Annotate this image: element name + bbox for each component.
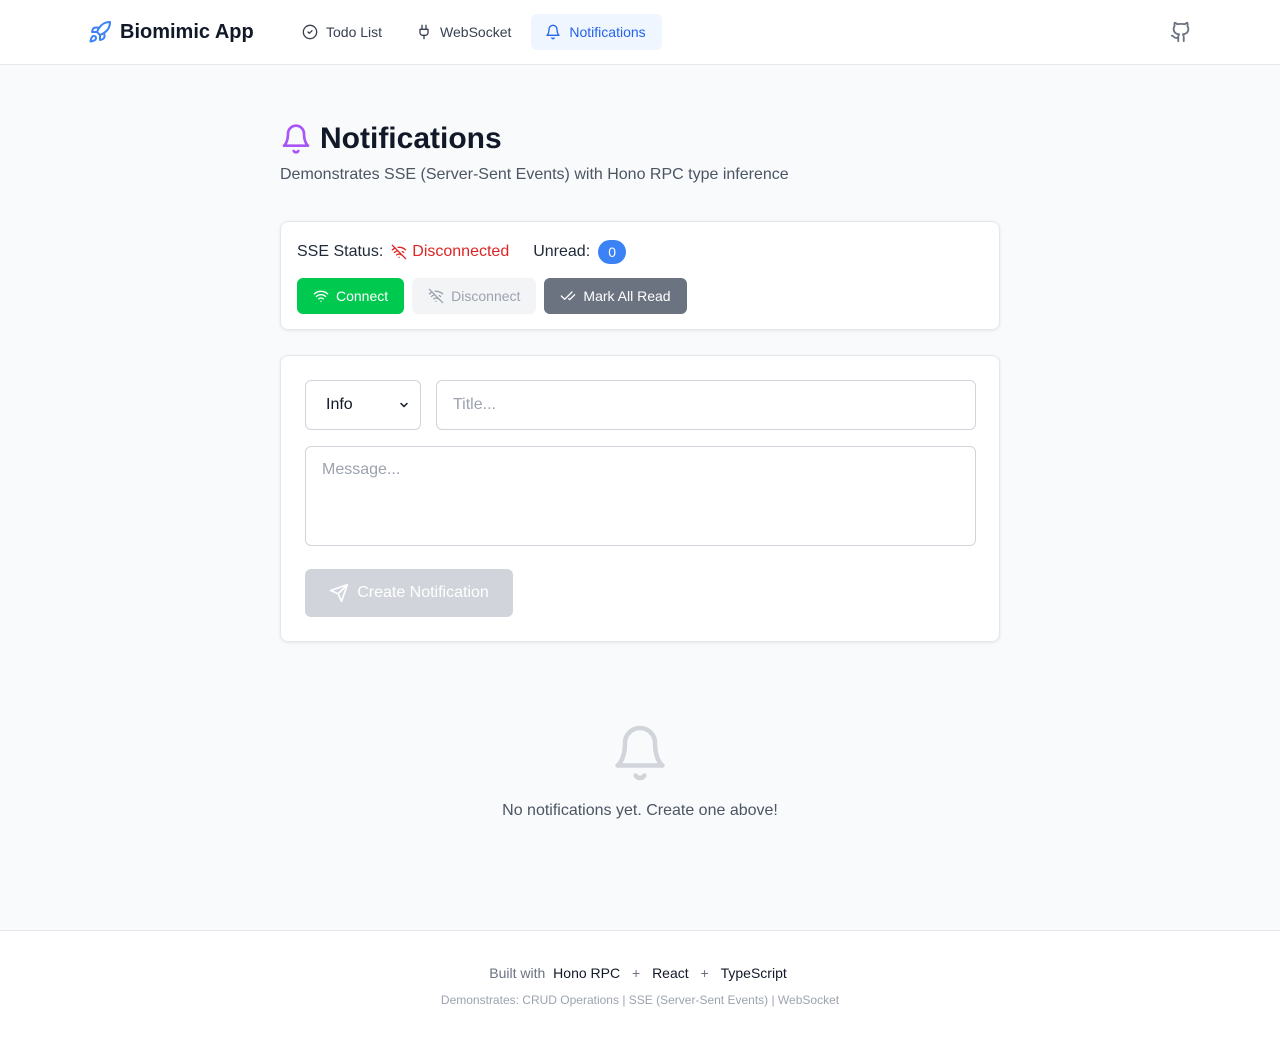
plus-separator: + bbox=[700, 965, 709, 981]
rocket-icon bbox=[89, 20, 111, 43]
sse-button-row: Connect Disconnect Mark All Read bbox=[297, 278, 695, 314]
nav-item-notifications[interactable]: Notifications bbox=[531, 14, 662, 50]
top-navbar: Biomimic App Todo List WebSocket Notific… bbox=[0, 0, 1280, 65]
notification-type-select[interactable]: Info bbox=[305, 380, 421, 430]
type-select-value: Info bbox=[326, 396, 353, 413]
plus-separator: + bbox=[631, 965, 641, 981]
nav-item-label: Todo List bbox=[326, 24, 383, 40]
unread-count-badge: 0 bbox=[598, 240, 627, 264]
title-row: Notifications bbox=[280, 120, 789, 158]
create-notification-button[interactable]: Create Notification bbox=[305, 569, 513, 617]
mark-all-read-button[interactable]: Mark All Read bbox=[544, 278, 687, 314]
sse-status-value: Disconnected bbox=[391, 243, 509, 261]
status-row: SSE Status: Disconnected Unread: 0 bbox=[297, 240, 627, 264]
sse-status-card: SSE Status: Disconnected Unread: 0 Conne… bbox=[280, 221, 1000, 330]
nav-item-label: WebSocket bbox=[440, 24, 512, 40]
tech-typescript: TypeScript bbox=[720, 965, 787, 981]
wifi-off-icon bbox=[428, 288, 444, 304]
check-check-icon bbox=[561, 291, 576, 301]
nav-item-websocket[interactable]: WebSocket bbox=[402, 14, 527, 50]
main-nav: Todo List WebSocket Notifications bbox=[288, 14, 666, 50]
github-icon[interactable] bbox=[1170, 21, 1192, 43]
empty-state-text: No notifications yet. Create one above! bbox=[502, 802, 778, 819]
plug-icon bbox=[419, 24, 429, 40]
create-notification-label: Create Notification bbox=[357, 584, 489, 601]
footer: Built with Hono RPC + React + TypeScript… bbox=[0, 930, 1280, 1039]
send-icon bbox=[330, 583, 349, 603]
page-subtitle: Demonstrates SSE (Server-Sent Events) wi… bbox=[280, 166, 789, 183]
create-notification-card: Info Create Notification bbox=[280, 355, 1000, 642]
circle-check-icon bbox=[302, 24, 318, 40]
unread-label: Unread: bbox=[533, 243, 591, 260]
nav-item-label: Notifications bbox=[569, 24, 646, 40]
bell-icon bbox=[615, 725, 665, 781]
disconnect-button[interactable]: Disconnect bbox=[412, 278, 537, 314]
sse-status-label: SSE Status: bbox=[297, 243, 384, 260]
demonstrates-line: Demonstrates: CRUD Operations | SSE (Ser… bbox=[440, 993, 840, 1007]
sse-status-text: Disconnected bbox=[412, 243, 510, 260]
message-input[interactable] bbox=[305, 446, 976, 546]
nav-item-todo-list[interactable]: Todo List bbox=[288, 14, 398, 50]
wifi-icon bbox=[313, 290, 329, 302]
bell-icon bbox=[546, 24, 561, 40]
built-with-label: Built with bbox=[489, 965, 546, 981]
connect-label: Connect bbox=[336, 288, 389, 304]
brand-name: Biomimic App bbox=[120, 20, 254, 43]
tech-react: React bbox=[652, 965, 689, 981]
connect-button[interactable]: Connect bbox=[297, 278, 405, 314]
mark-all-read-label: Mark All Read bbox=[583, 288, 671, 304]
tech-hono-rpc: Hono RPC bbox=[553, 965, 621, 981]
empty-state: No notifications yet. Create one above! bbox=[280, 722, 1000, 820]
title-input[interactable] bbox=[436, 380, 976, 430]
page-title: Notifications bbox=[320, 122, 502, 155]
wifi-off-icon bbox=[391, 244, 407, 260]
page-header: Notifications Demonstrates SSE (Server-S… bbox=[280, 120, 789, 184]
brand[interactable]: Biomimic App bbox=[88, 19, 254, 45]
disconnect-label: Disconnect bbox=[451, 288, 521, 304]
bell-icon bbox=[282, 124, 310, 154]
chevron-down-icon bbox=[400, 402, 408, 408]
built-with-line: Built with Hono RPC + React + TypeScript bbox=[0, 965, 1280, 981]
